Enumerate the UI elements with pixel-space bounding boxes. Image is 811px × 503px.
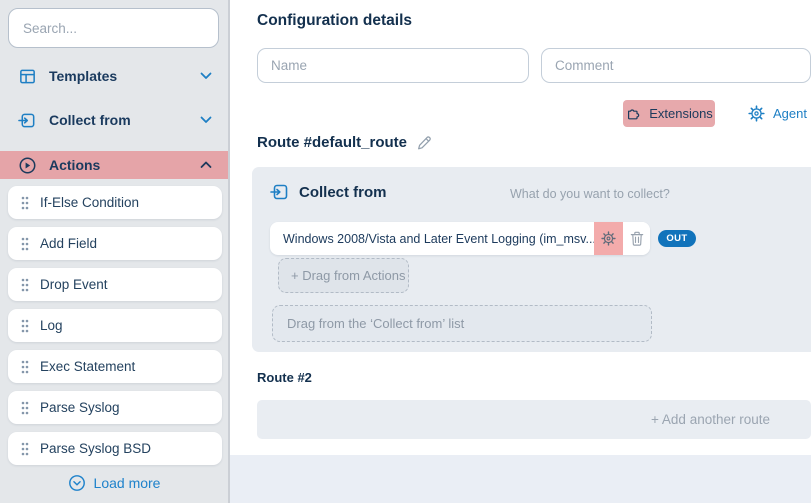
drag-handle-icon[interactable] — [20, 318, 30, 334]
action-item-label: If-Else Condition — [40, 195, 139, 210]
dropzone-label: + Drag from Actions — [291, 268, 406, 283]
panel-hint: What do you want to collect? — [510, 187, 670, 201]
drag-handle-icon[interactable] — [20, 195, 30, 211]
drag-handle-icon[interactable] — [20, 441, 30, 457]
agent-button[interactable]: Agent — [748, 100, 807, 127]
action-list-item[interactable]: If-Else Condition — [8, 186, 222, 219]
sidebar: Templates Collect from Actions — [0, 0, 230, 503]
collect-from-panel: Collect from What do you want to collect… — [252, 167, 811, 352]
module-delete-button[interactable] — [623, 222, 650, 255]
drag-from-actions-dropzone[interactable]: + Drag from Actions — [278, 258, 409, 293]
drag-handle-icon[interactable] — [20, 400, 30, 416]
sidebar-item-templates[interactable]: Templates — [0, 61, 228, 91]
route-default-title: Route #default_route — [257, 134, 407, 151]
action-list-item[interactable]: Add Field — [8, 227, 222, 260]
gear-icon — [601, 231, 616, 246]
add-route-label: + Add another route — [651, 412, 770, 427]
trash-icon — [630, 231, 644, 247]
drag-handle-icon[interactable] — [20, 277, 30, 293]
action-item-label: Exec Statement — [40, 359, 135, 374]
templates-icon — [18, 67, 37, 86]
actions-list: If-Else Condition Add Field Drop Event L… — [8, 186, 222, 465]
panel-title: Collect from — [299, 184, 387, 201]
add-route-bar[interactable]: + Add another route — [257, 400, 811, 439]
sidebar-item-label: Actions — [49, 157, 100, 173]
action-item-label: Log — [40, 318, 63, 333]
edit-route-button[interactable] — [416, 134, 433, 151]
action-item-label: Parse Syslog BSD — [40, 441, 151, 456]
route-default-header: Route #default_route — [257, 134, 433, 151]
sidebar-item-actions[interactable]: Actions — [0, 151, 228, 179]
action-list-item[interactable]: Log — [8, 309, 222, 342]
search-input[interactable] — [8, 8, 219, 48]
module-chip-label: Windows 2008/Vista and Later Event Loggi… — [270, 232, 594, 246]
dropzone-label: Drag from the ‘Collect from’ list — [287, 316, 464, 331]
chevron-down-icon — [200, 72, 212, 80]
chevron-down-icon — [200, 116, 212, 124]
drag-handle-icon[interactable] — [20, 359, 30, 375]
action-list-item[interactable]: Parse Syslog BSD — [8, 432, 222, 465]
action-list-item[interactable]: Exec Statement — [8, 350, 222, 383]
puzzle-icon — [625, 106, 641, 122]
sidebar-item-collect-from[interactable]: Collect from — [0, 105, 228, 135]
extensions-label: Extensions — [649, 106, 713, 121]
action-item-label: Drop Event — [40, 277, 108, 292]
next-section-strip — [230, 455, 811, 503]
chevron-up-icon — [200, 161, 212, 169]
route-2-title: Route #2 — [257, 370, 312, 385]
load-more-button[interactable]: Load more — [0, 474, 228, 492]
module-settings-button[interactable] — [594, 222, 623, 255]
action-item-label: Parse Syslog — [40, 400, 120, 415]
action-list-item[interactable]: Drop Event — [8, 268, 222, 301]
comment-field[interactable] — [541, 48, 811, 83]
agent-label: Agent — [773, 106, 807, 121]
out-badge: OUT — [658, 230, 696, 247]
play-circle-icon — [18, 156, 37, 175]
sidebar-item-label: Collect from — [49, 112, 131, 128]
load-more-label: Load more — [94, 475, 161, 491]
drag-handle-icon[interactable] — [20, 236, 30, 252]
name-field[interactable] — [257, 48, 529, 83]
action-list-item[interactable]: Parse Syslog — [8, 391, 222, 424]
collect-from-icon — [18, 111, 37, 130]
collect-from-icon — [270, 182, 290, 202]
extensions-button[interactable]: Extensions — [623, 100, 715, 127]
sidebar-item-label: Templates — [49, 68, 117, 84]
page-title: Configuration details — [257, 12, 412, 30]
action-item-label: Add Field — [40, 236, 97, 251]
gear-icon — [748, 105, 765, 122]
pencil-icon — [416, 134, 433, 151]
module-chip[interactable]: Windows 2008/Vista and Later Event Loggi… — [270, 222, 650, 255]
drag-from-collect-dropzone[interactable]: Drag from the ‘Collect from’ list — [272, 305, 652, 342]
chevron-down-circle-icon — [68, 474, 86, 492]
main-content: Configuration details Extensions Agen — [230, 0, 811, 503]
